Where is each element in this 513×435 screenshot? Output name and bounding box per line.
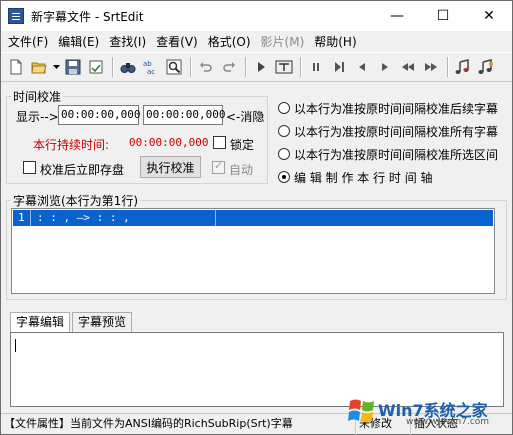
show-label: 显示-->	[16, 110, 59, 124]
svg-text:ab: ab	[143, 60, 152, 68]
close-button[interactable]: ✕	[466, 1, 512, 31]
toolbar-separator	[447, 57, 448, 77]
menu-find[interactable]: 查找(I)	[104, 33, 151, 50]
auto-label: 自动	[229, 163, 254, 177]
fast-forward-icon[interactable]	[420, 56, 442, 78]
toolbar-separator	[190, 57, 191, 77]
windows-logo-icon	[348, 399, 374, 423]
menu-format[interactable]: 格式(O)	[203, 33, 256, 50]
lock-label: 锁定	[230, 138, 255, 152]
find-icon[interactable]	[117, 56, 139, 78]
app-icon	[8, 8, 24, 24]
text-caret	[15, 339, 16, 352]
option-label-all[interactable]: 以本行为准按原时间间隔校准所有字幕	[294, 123, 498, 140]
undo-icon[interactable]	[195, 56, 217, 78]
maximize-button[interactable]: ☐	[420, 1, 466, 31]
end-time-field[interactable]: 00:00:00,000	[143, 105, 225, 125]
duration-label: 本行持续时间:	[33, 138, 110, 152]
zoom-icon[interactable]	[163, 56, 185, 78]
redo-icon[interactable]	[218, 56, 240, 78]
row-time: : : , —> : : ,	[31, 210, 216, 226]
app-window: 新字幕文件 - SrtEdit — ☐ ✕ 文件(F) 编辑(E) 查找(I) …	[0, 0, 513, 435]
option-radio-edit-timeline[interactable]	[278, 171, 290, 183]
subtitle-list[interactable]: 1 : : , —> : : ,	[11, 208, 495, 294]
toolbar-separator	[300, 57, 301, 77]
subtitle-row-selected[interactable]: 1 : : , —> : : ,	[13, 210, 493, 226]
lock-checkbox[interactable]	[213, 136, 226, 149]
menu-movie[interactable]: 影片(M)	[256, 33, 310, 50]
tab-subtitle-preview[interactable]: 字幕预览	[72, 312, 133, 332]
dropdown-arrow-icon[interactable]	[51, 56, 61, 78]
toolbar-separator	[112, 57, 113, 77]
title-bar: 新字幕文件 - SrtEdit — ☐ ✕	[1, 1, 512, 31]
tab-subtitle-edit[interactable]: 字幕编辑	[10, 312, 71, 333]
open-folder-icon[interactable]	[28, 56, 50, 78]
rewind-icon[interactable]	[397, 56, 419, 78]
duration-value: 00:00:00,000	[129, 136, 209, 149]
option-label-range[interactable]: 以本行为准按原时间间隔校准所选区间	[294, 146, 498, 163]
music-icon[interactable]	[452, 56, 474, 78]
cancel-label[interactable]: <-消隐	[226, 108, 264, 125]
window-controls: — ☐ ✕	[374, 1, 512, 31]
save-after-checkbox[interactable]	[23, 161, 36, 174]
editor-tabs: 字幕编辑 字幕预览	[10, 312, 134, 333]
option-radio-all[interactable]	[278, 125, 290, 137]
option-label-following[interactable]: 以本行为准按原时间间隔校准后续字幕	[294, 100, 498, 117]
status-file-info: 【文件属性】当前文件为ANSI编码的RichSubRip(Srt)字幕	[1, 413, 356, 435]
capture-icon[interactable]	[273, 56, 295, 78]
music-settings-icon[interactable]	[475, 56, 497, 78]
replace-icon[interactable]: ab ac	[140, 56, 162, 78]
new-file-icon[interactable]	[5, 56, 27, 78]
row-index: 1	[13, 210, 31, 226]
play-icon[interactable]	[250, 56, 272, 78]
menu-help[interactable]: 帮助(H)	[309, 33, 361, 50]
row-text	[216, 210, 222, 226]
pause-icon[interactable]	[305, 56, 327, 78]
toolbar: ab ac	[1, 52, 512, 82]
menu-file[interactable]: 文件(F)	[3, 33, 53, 50]
execute-calibration-button[interactable]: 执行校准	[140, 156, 201, 178]
window-title: 新字幕文件 - SrtEdit	[31, 9, 144, 24]
option-radio-following[interactable]	[278, 102, 290, 114]
menu-bar: 文件(F) 编辑(E) 查找(I) 查看(V) 格式(O) 影片(M) 帮助(H…	[1, 31, 512, 51]
menu-edit[interactable]: 编辑(E)	[53, 33, 104, 50]
option-label-edit-timeline[interactable]: 编 辑 制 作 本 行 时 间 轴	[294, 169, 433, 186]
watermark-site: www.winwin7.com	[406, 417, 490, 427]
watermark: Win7系统之家 www.winwin7.com	[346, 395, 506, 429]
subtitle-browse-legend: 字幕浏览(本行为第1行)	[13, 194, 138, 208]
save-as-icon[interactable]	[85, 56, 107, 78]
save-icon[interactable]	[62, 56, 84, 78]
option-radio-range[interactable]	[278, 148, 290, 160]
prev-icon[interactable]	[351, 56, 373, 78]
step-forward-icon[interactable]	[328, 56, 350, 78]
svg-text:ac: ac	[147, 68, 155, 75]
time-calibration-legend: 时间校准	[13, 90, 62, 104]
minimize-button[interactable]: —	[374, 1, 420, 31]
next-icon[interactable]	[374, 56, 396, 78]
save-after-label: 校准后立即存盘	[40, 163, 125, 177]
auto-checkbox[interactable]	[212, 159, 225, 174]
start-time-field[interactable]: 00:00:00,000	[58, 105, 140, 125]
toolbar-separator	[245, 57, 246, 77]
menu-view[interactable]: 查看(V)	[151, 33, 203, 50]
